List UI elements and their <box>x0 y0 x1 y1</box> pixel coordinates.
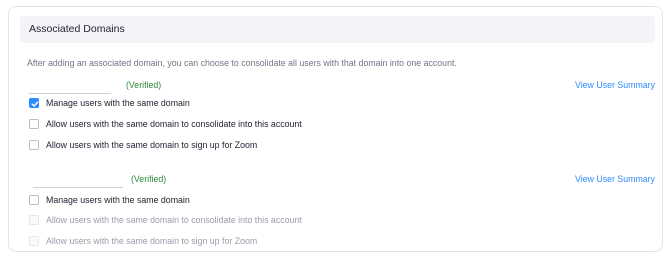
option-signup-1[interactable]: Allow users with the same domain to sign… <box>29 140 429 152</box>
option-manage-users-1[interactable]: Manage users with the same domain <box>29 98 429 110</box>
checkbox-manage-users-1[interactable] <box>29 98 39 108</box>
checkmark-icon <box>31 101 39 107</box>
domain-row-2: (Verified) View User Summary <box>27 171 657 188</box>
checkbox-signup-1[interactable] <box>29 140 39 150</box>
domain-row-1: (Verified) View User Summary <box>27 77 657 94</box>
section-description: After adding an associated domain, you c… <box>27 58 457 68</box>
option-label: Allow users with the same domain to cons… <box>46 119 302 129</box>
checkbox-signup-2 <box>29 236 39 246</box>
checkbox-consolidate-2 <box>29 215 39 225</box>
domain-input-1[interactable] <box>29 77 111 94</box>
option-label: Manage users with the same domain <box>46 195 190 205</box>
section-title: Associated Domains <box>29 23 125 35</box>
option-manage-users-2[interactable]: Manage users with the same domain <box>29 195 429 207</box>
domain-input-2[interactable] <box>33 171 123 188</box>
option-signup-2: Allow users with the same domain to sign… <box>29 236 429 248</box>
option-consolidate-1[interactable]: Allow users with the same domain to cons… <box>29 119 429 131</box>
option-label: Allow users with the same domain to sign… <box>46 140 258 150</box>
view-user-summary-link-1[interactable]: View User Summary <box>575 80 655 90</box>
option-label: Manage users with the same domain <box>46 98 190 108</box>
section-header: Associated Domains <box>20 16 655 43</box>
associated-domains-card: Associated Domains After adding an assoc… <box>8 6 663 252</box>
view-user-summary-link-2[interactable]: View User Summary <box>575 174 655 184</box>
checkbox-manage-users-2[interactable] <box>29 195 39 205</box>
option-consolidate-2: Allow users with the same domain to cons… <box>29 215 429 227</box>
option-label: Allow users with the same domain to sign… <box>46 236 258 246</box>
verified-status-1: (Verified) <box>126 80 162 90</box>
verified-status-2: (Verified) <box>131 174 167 184</box>
option-label: Allow users with the same domain to cons… <box>46 215 302 225</box>
checkbox-consolidate-1[interactable] <box>29 119 39 129</box>
